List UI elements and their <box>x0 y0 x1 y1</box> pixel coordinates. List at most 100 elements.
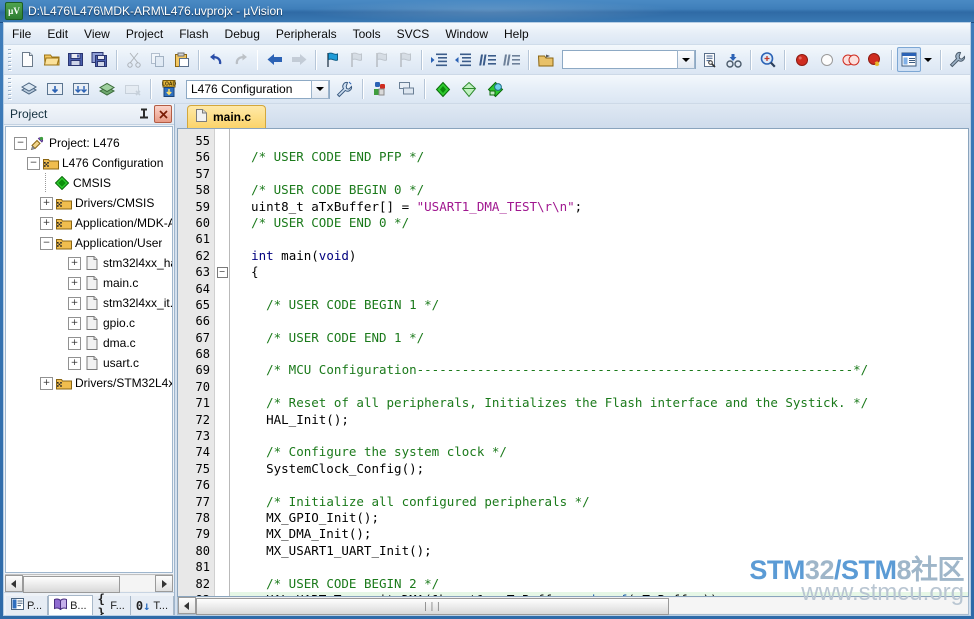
code-line[interactable]: /* MCU Configuration--------------------… <box>230 362 968 378</box>
code-line[interactable]: /* USER CODE END 1 */ <box>230 330 968 346</box>
editor-hscroll-track[interactable]: ||| <box>196 598 968 615</box>
code-line[interactable]: SystemClock_Config(); <box>230 461 968 477</box>
tree-item-application-user[interactable]: − Application/User <box>10 233 172 253</box>
tree-item-application-mdk-arm[interactable]: + Application/MDK-ARM <box>10 213 172 233</box>
code-line[interactable]: /* Configure the system clock */ <box>230 444 968 460</box>
expander-icon[interactable]: + <box>40 376 53 390</box>
code-line[interactable]: MX_USART1_UART_Init(); <box>230 543 968 559</box>
menu-svcs[interactable]: SVCS <box>389 25 438 43</box>
scroll-right-button[interactable] <box>155 575 173 592</box>
code-folding-bar[interactable]: −− <box>215 129 230 596</box>
tab-books[interactable]: B... <box>48 595 93 615</box>
manage-project-items-icon[interactable] <box>332 77 358 102</box>
fold-toggle[interactable]: − <box>215 264 229 280</box>
menu-help[interactable]: Help <box>496 25 537 43</box>
tree-item-main-c[interactable]: + main.c <box>10 273 172 293</box>
copy-icon[interactable] <box>146 47 170 72</box>
expander-icon[interactable]: + <box>68 336 81 350</box>
code-line[interactable]: MX_GPIO_Init(); <box>230 510 968 526</box>
expander-icon[interactable]: + <box>40 196 53 210</box>
undo-icon[interactable] <box>204 47 228 72</box>
tree-item-cmsis[interactable]: CMSIS <box>10 173 172 193</box>
menu-project[interactable]: Project <box>118 25 171 43</box>
expander-icon[interactable]: + <box>68 296 81 310</box>
editor-hscrollbar[interactable]: ||| <box>177 597 969 615</box>
code-line[interactable] <box>230 379 968 395</box>
cut-icon[interactable] <box>122 47 146 72</box>
stop-build-icon[interactable] <box>120 77 146 102</box>
configure-icon[interactable] <box>946 47 970 72</box>
open-file-in-editor-icon[interactable] <box>534 47 558 72</box>
binoculars-find-icon[interactable] <box>722 47 746 72</box>
bookmark-toggle-icon[interactable] <box>321 47 345 72</box>
find-combo[interactable] <box>561 50 697 69</box>
expander-icon[interactable]: − <box>40 236 53 250</box>
menu-file[interactable]: File <box>4 25 39 43</box>
code-line[interactable]: /* Initialize all configured peripherals… <box>230 494 968 510</box>
tab-project[interactable]: P... <box>6 596 49 615</box>
code-line[interactable]: /* USER CODE BEGIN 1 */ <box>230 297 968 313</box>
navigate-forward-icon[interactable] <box>287 47 311 72</box>
code-line[interactable]: /* USER CODE END 0 */ <box>230 215 968 231</box>
bookmark-prev-icon[interactable] <box>345 47 369 72</box>
tab-templates[interactable]: 0↓ T... <box>130 596 174 615</box>
find-combo-arrow[interactable] <box>677 50 696 69</box>
bookmark-clear-icon[interactable] <box>393 47 417 72</box>
tree-item-usart-c[interactable]: + usart.c <box>10 353 172 373</box>
outdent-icon[interactable] <box>451 47 475 72</box>
menu-flash[interactable]: Flash <box>171 25 216 43</box>
save-icon[interactable] <box>64 47 88 72</box>
code-text[interactable]: /* USER CODE END PFP */ /* USER CODE BEG… <box>230 129 968 596</box>
menu-tools[interactable]: Tools <box>345 25 389 43</box>
code-line[interactable]: HAL_UART_Transmit_DMA(&huart1, aTxBuffer… <box>230 591 968 596</box>
translate-file-icon[interactable] <box>16 77 42 102</box>
tree-item-l476-configuration[interactable]: − L476 Configuration <box>10 153 172 173</box>
target-configuration-combo[interactable]: L476 Configuration <box>186 79 330 99</box>
tree-item-stm32l4xx-it-c[interactable]: + stm32l4xx_it.c <box>10 293 172 313</box>
code-line[interactable]: { <box>230 264 968 280</box>
save-all-icon[interactable] <box>88 47 112 72</box>
code-line[interactable] <box>230 231 968 247</box>
project-tree-hscrollbar[interactable] <box>5 574 173 593</box>
paste-icon[interactable] <box>170 47 194 72</box>
editor-tab-main-c[interactable]: main.c <box>187 105 267 128</box>
manage-multi-project-icon[interactable] <box>394 77 420 102</box>
find-in-files-icon[interactable] <box>698 47 722 72</box>
kill-all-breakpoints-icon[interactable] <box>863 47 887 72</box>
code-line[interactable] <box>230 428 968 444</box>
menu-bar[interactable]: File Edit View Project Flash Debug Perip… <box>4 23 970 45</box>
target-configuration-arrow[interactable] <box>311 79 329 99</box>
code-line[interactable]: MX_DMA_Init(); <box>230 526 968 542</box>
bookmark-next-icon[interactable] <box>369 47 393 72</box>
code-line[interactable] <box>230 281 968 297</box>
menu-edit[interactable]: Edit <box>39 25 76 43</box>
toolbar-grip[interactable] <box>7 48 14 71</box>
manage-windows-icon[interactable] <box>896 47 921 72</box>
components-icon[interactable] <box>430 77 456 102</box>
pack-installer-icon[interactable] <box>482 77 508 102</box>
tree-item-dma-c[interactable]: + dma.c <box>10 333 172 353</box>
manage-windows-dropdown[interactable] <box>921 47 936 72</box>
code-line[interactable] <box>230 477 968 493</box>
tab-functions[interactable]: { } F... <box>92 592 131 615</box>
navigate-backward-icon[interactable] <box>262 47 286 72</box>
scroll-left-button[interactable] <box>178 597 196 614</box>
expander-icon[interactable]: + <box>68 356 81 370</box>
hscroll-track[interactable] <box>23 576 155 593</box>
rebuild-all-icon[interactable] <box>68 77 94 102</box>
hscroll-thumb[interactable] <box>23 576 121 593</box>
pin-icon[interactable] <box>136 106 152 122</box>
menu-peripherals[interactable]: Peripherals <box>268 25 345 43</box>
batch-build-icon[interactable] <box>94 77 120 102</box>
open-file-icon[interactable] <box>40 47 64 72</box>
code-line[interactable]: int main(void) <box>230 248 968 264</box>
collapse-icon[interactable]: − <box>216 266 228 278</box>
code-line[interactable]: uint8_t aTxBuffer[] = "USART1_DMA_TEST\r… <box>230 199 968 215</box>
menu-window[interactable]: Window <box>437 25 496 43</box>
expander-icon[interactable]: − <box>14 136 27 150</box>
toolbar-grip[interactable] <box>7 78 14 100</box>
code-line[interactable] <box>230 313 968 329</box>
tree-item-stm32l4xx-hal-msp-c[interactable]: + stm32l4xx_hal_msp.c <box>10 253 172 273</box>
project-tree[interactable]: − Project: L476 − L476 Configuration CMS… <box>5 126 173 573</box>
code-line[interactable]: /* USER CODE BEGIN 2 */ <box>230 576 968 592</box>
